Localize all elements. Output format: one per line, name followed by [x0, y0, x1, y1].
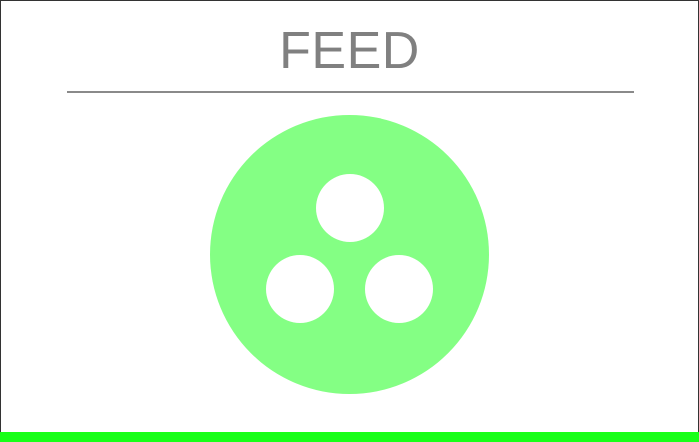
- page-title: FEED: [279, 22, 420, 80]
- status-bar: [0, 432, 699, 442]
- feed-button-disc: [210, 115, 489, 394]
- feed-button[interactable]: [210, 115, 489, 394]
- feed-screen: FEED: [0, 0, 699, 442]
- feed-pellet-left: [266, 255, 334, 323]
- feed-pellet-top: [316, 174, 384, 242]
- title-divider: [67, 91, 634, 93]
- feed-pellets-icon: [210, 115, 489, 394]
- feed-pellet-right: [365, 255, 433, 323]
